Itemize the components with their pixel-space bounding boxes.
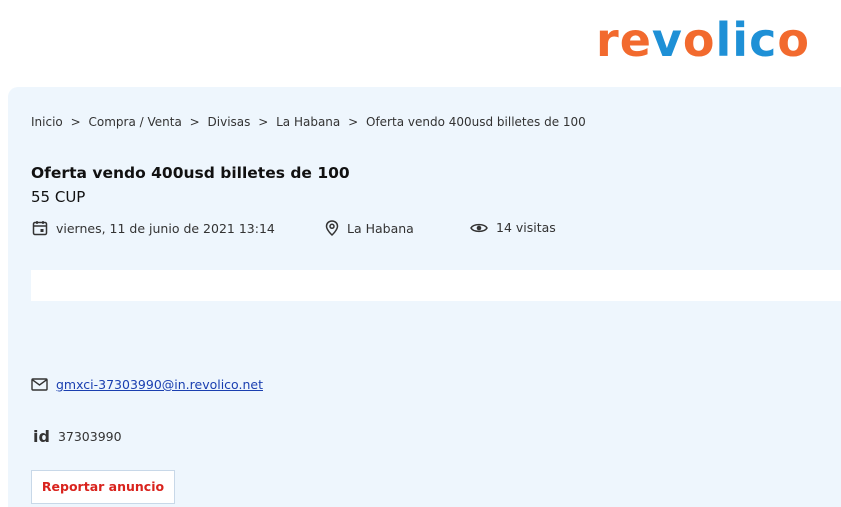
- breadcrumb-la-habana[interactable]: La Habana: [276, 115, 340, 129]
- contact-email-link[interactable]: gmxci-37303990@in.revolico.net: [56, 377, 263, 392]
- breadcrumb-separator: >: [189, 115, 200, 129]
- calendar-icon: [32, 221, 48, 236]
- breadcrumb-separator: >: [348, 115, 359, 129]
- ad-description-box: [31, 270, 841, 301]
- breadcrumb-compra-venta[interactable]: Compra / Venta: [88, 115, 181, 129]
- breadcrumb-separator: >: [70, 115, 81, 129]
- ad-location: La Habana: [325, 220, 414, 236]
- ad-date: viernes, 11 de junio de 2021 13:14: [32, 220, 275, 236]
- breadcrumb-current: Oferta vendo 400usd billetes de 100: [366, 115, 586, 129]
- ad-date-text: viernes, 11 de junio de 2021 13:14: [56, 220, 275, 236]
- id-icon: id: [33, 427, 50, 446]
- breadcrumb-divisas[interactable]: Divisas: [208, 115, 251, 129]
- revolico-logo[interactable]: revolico: [596, 10, 810, 70]
- breadcrumb-home[interactable]: Inicio: [31, 115, 63, 129]
- site-header: revolico: [0, 0, 841, 87]
- contact-email-row: gmxci-37303990@in.revolico.net: [31, 377, 263, 392]
- breadcrumb-separator: >: [258, 115, 269, 129]
- location-pin-icon: [325, 220, 339, 236]
- ad-location-text: La Habana: [347, 220, 414, 236]
- ad-price: 55 CUP: [31, 188, 86, 206]
- eye-icon: [470, 223, 488, 232]
- report-ad-button[interactable]: Reportar anuncio: [31, 470, 175, 504]
- ad-id-row: id 37303990: [33, 427, 122, 446]
- ad-visits: 14 visitas: [470, 220, 556, 235]
- ad-title: Oferta vendo 400usd billetes de 100: [31, 164, 350, 182]
- mail-icon: [31, 378, 48, 391]
- ad-id-value: 37303990: [57, 429, 122, 444]
- ad-visits-text: 14 visitas: [496, 220, 556, 235]
- breadcrumb: Inicio > Compra / Venta > Divisas > La H…: [31, 115, 590, 129]
